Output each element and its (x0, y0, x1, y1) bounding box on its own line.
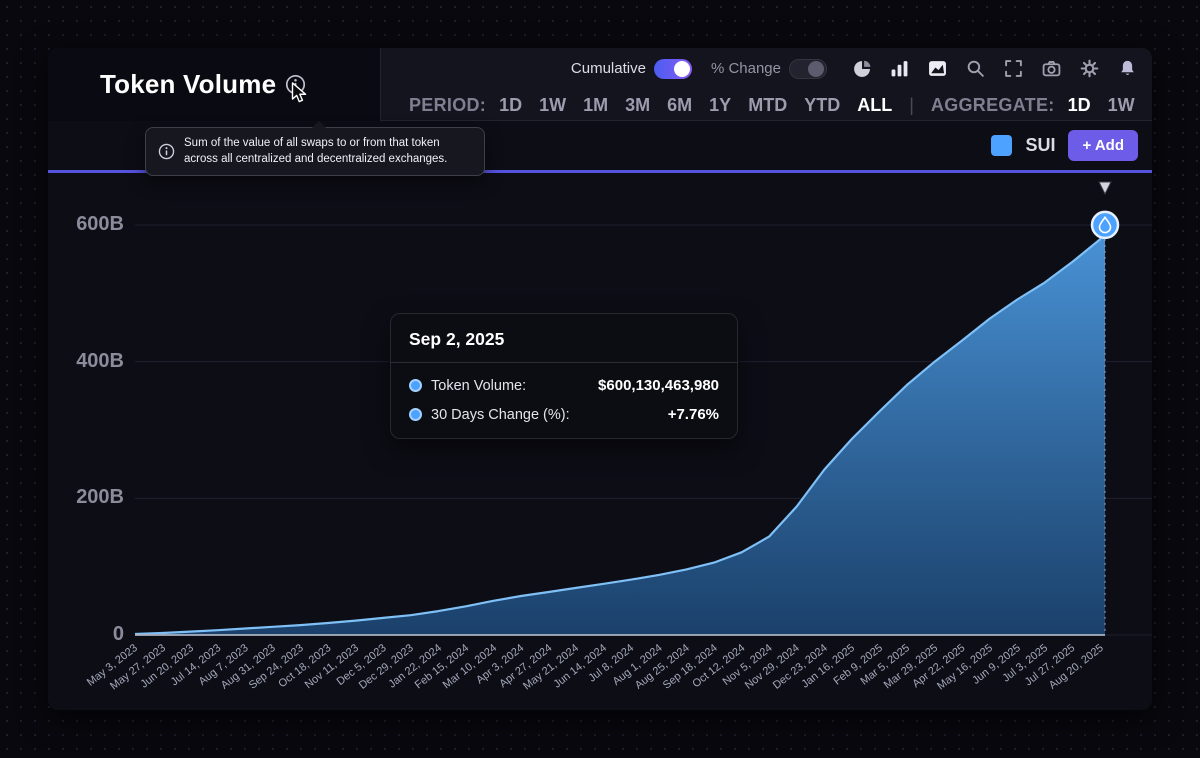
tooltip-row-volume: Token Volume: $600,130,463,980 (391, 371, 737, 400)
aggregate-option-1d[interactable]: 1D (1068, 95, 1091, 116)
info-tooltip-text: Sum of the value of all swaps to or from… (184, 136, 472, 167)
hover-cursor-triangle-icon (1099, 182, 1111, 194)
period-option-1w[interactable]: 1W (539, 95, 566, 116)
desktop-background: 0200B400B600B May 3, 2023May 27, 2023Jun… (0, 0, 1200, 758)
info-icon-small (158, 143, 175, 160)
aggregate-option-1w[interactable]: 1W (1108, 95, 1135, 116)
tooltip-volume-value: $600,130,463,980 (598, 377, 719, 394)
period-option-1m[interactable]: 1M (583, 95, 608, 116)
period-aggregate-row: PERIOD: 1D 1W 1M 3M 6M 1Y MTD YTD ALL | AGGREGAT… (381, 89, 1152, 121)
tooltip-row-change: 30 Days Change (%): +7.76% (391, 400, 737, 438)
period-option-all[interactable]: ALL (857, 95, 892, 116)
sui-token-marker[interactable] (1092, 212, 1118, 238)
page-title: Token Volume (100, 69, 276, 100)
sui-color-swatch (991, 135, 1012, 156)
header-controls-row: Cumulative % Change (381, 48, 1152, 89)
percent-change-toggle-group: % Change (711, 59, 827, 79)
aggregate-options: 1D1W1M (1068, 95, 1152, 116)
series-dot-icon (409, 408, 422, 421)
period-option-6m[interactable]: 6M (667, 95, 692, 116)
period-option-3m[interactable]: 3M (625, 95, 650, 116)
token-volume-panel: 0200B400B600B May 3, 2023May 27, 2023Jun… (48, 48, 1152, 710)
cumulative-toggle[interactable] (654, 59, 692, 79)
y-tick-label: 0 (52, 623, 124, 646)
tooltip-date: Sep 2, 2025 (391, 314, 737, 362)
period-option-1y[interactable]: 1Y (709, 95, 731, 116)
tooltip-change-label: 30 Days Change (%): (431, 407, 570, 423)
series-dot-icon (409, 379, 422, 392)
info-wrap (285, 74, 307, 96)
tooltip-volume-label: Token Volume: (431, 378, 526, 394)
cumulative-toggle-group: Cumulative (571, 59, 692, 79)
chart-tooltip: Sep 2, 2025 Token Volume: $600,130,463,9… (390, 313, 738, 439)
toolbar-icons (852, 59, 1137, 78)
area-chart-icon[interactable] (928, 59, 947, 78)
toggle-knob (808, 61, 824, 77)
bar-chart-icon[interactable] (890, 59, 909, 78)
y-tick-label: 200B (52, 486, 124, 509)
pie-chart-icon[interactable] (852, 59, 871, 78)
period-options: 1D 1W 1M 3M 6M 1Y MTD YTD ALL (499, 95, 892, 116)
y-tick-label: 400B (52, 350, 124, 373)
y-tick-label: 600B (52, 213, 124, 236)
add-token-button[interactable]: + Add (1068, 130, 1138, 161)
aggregate-label: AGGREGATE: (931, 95, 1055, 116)
period-option-1d[interactable]: 1D (499, 95, 522, 116)
percent-change-toggle[interactable] (789, 59, 827, 79)
percent-change-label: % Change (711, 60, 781, 77)
period-option-mtd[interactable]: MTD (748, 95, 787, 116)
period-label: PERIOD: (409, 95, 486, 116)
info-tooltip: Sum of the value of all swaps to or from… (145, 127, 485, 176)
tooltip-divider (391, 362, 737, 363)
fullscreen-icon[interactable] (1004, 59, 1023, 78)
camera-icon[interactable] (1042, 59, 1061, 78)
notifications-icon[interactable] (1118, 59, 1137, 78)
mouse-cursor-icon (291, 82, 308, 103)
title-block: Token Volume (48, 48, 381, 121)
period-option-ytd[interactable]: YTD (804, 95, 840, 116)
search-icon[interactable] (966, 59, 985, 78)
toggle-knob (674, 61, 690, 77)
tooltip-change-value: +7.76% (668, 406, 719, 423)
cumulative-label: Cumulative (571, 60, 646, 77)
panel-header: Cumulative % Change (48, 48, 1152, 121)
legend-sui-label[interactable]: SUI (1025, 135, 1055, 156)
divider: | (909, 95, 914, 116)
settings-icon[interactable] (1080, 59, 1099, 78)
